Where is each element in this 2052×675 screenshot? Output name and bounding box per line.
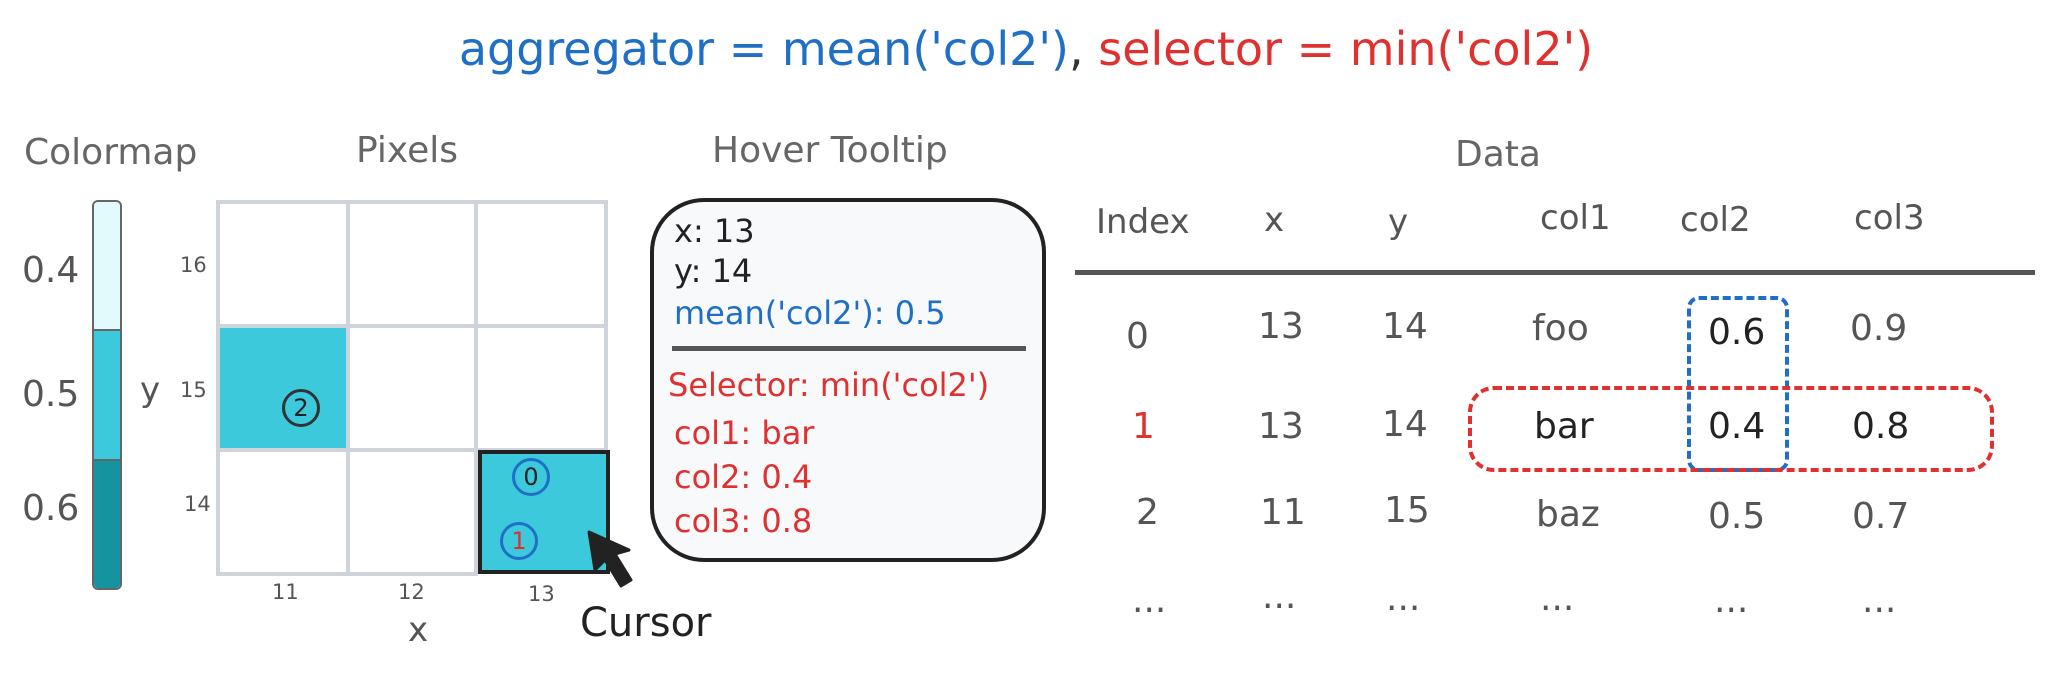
pixel-cell [346, 448, 478, 576]
x-tick: 11 [272, 580, 299, 604]
tooltip-x: x: 13 [674, 212, 755, 250]
colormap-bar [92, 200, 122, 590]
table-cell: ... [1386, 578, 1421, 619]
table-cell: ... [1262, 576, 1297, 617]
table-cell: 0 [1126, 316, 1149, 357]
table-header-col1: col1 [1540, 198, 1611, 238]
y-tick: 15 [180, 378, 207, 402]
table-cell: 14 [1382, 306, 1428, 347]
table-cell: 15 [1384, 490, 1430, 531]
pixels-heading: Pixels [356, 130, 459, 171]
table-cell: 0.9 [1850, 308, 1908, 349]
table-cell: ... [1540, 578, 1575, 619]
cursor-arrow-icon [587, 530, 633, 588]
figure-title: aggregator = mean('col2'), selector = mi… [0, 22, 2052, 76]
row-marker-0: 0 [512, 458, 550, 496]
tooltip-selector: Selector: min('col2') [668, 366, 990, 404]
colormap-tick: 0.4 [22, 250, 80, 291]
x-axis-label: x [408, 610, 429, 650]
pixel-cell [216, 200, 350, 328]
tooltip-col3: col3: 0.8 [674, 502, 813, 540]
table-cell: ... [1132, 580, 1167, 621]
cursor-label: Cursor [580, 600, 712, 646]
table-cell: 1 [1132, 406, 1155, 447]
colormap-tick: 0.5 [22, 374, 80, 415]
pixel-cell-filled [216, 324, 350, 452]
table-header-y: y [1388, 202, 1409, 242]
table-cell: 13 [1258, 406, 1304, 447]
table-cell: 0.5 [1708, 496, 1766, 537]
hover-tooltip: x: 13 y: 14 mean('col2'): 0.5 Selector: … [650, 198, 1046, 562]
tooltip-aggregate: mean('col2'): 0.5 [674, 294, 946, 332]
tooltip-divider [672, 346, 1026, 351]
colormap-segment-high [94, 458, 120, 588]
row-marker-2: 2 [282, 389, 320, 427]
table-cell: 2 [1136, 492, 1159, 533]
table-cell: 0.7 [1852, 496, 1910, 537]
y-tick: 14 [184, 492, 211, 516]
table-cell: 14 [1382, 404, 1428, 445]
colormap-segment-low [94, 202, 120, 330]
row-marker-1: 1 [500, 522, 538, 560]
table-header-index: Index [1096, 202, 1190, 242]
table-cell: 13 [1258, 306, 1304, 347]
title-separator: , [1069, 22, 1084, 76]
colormap-segment-mid [94, 329, 120, 459]
pixel-cell [474, 324, 608, 452]
x-tick: 12 [398, 580, 425, 604]
table-cell: ... [1714, 580, 1749, 621]
aggregator-expression: aggregator = mean('col2') [458, 22, 1069, 76]
table-cell: baz [1536, 494, 1600, 535]
pixel-cell [346, 200, 478, 328]
tooltip-heading: Hover Tooltip [712, 130, 948, 171]
table-cell: 11 [1260, 492, 1306, 533]
colormap-heading: Colormap [24, 132, 198, 173]
table-cell: foo [1532, 308, 1589, 349]
pixel-cell [474, 200, 608, 328]
y-tick: 16 [180, 253, 207, 277]
selector-expression: selector = min('col2') [1098, 22, 1594, 76]
colormap-tick: 0.6 [22, 488, 80, 529]
x-tick: 13 [528, 582, 555, 606]
tooltip-y: y: 14 [674, 252, 753, 290]
tooltip-col1: col1: bar [674, 414, 815, 452]
pixel-cell [216, 448, 350, 576]
data-heading: Data [1455, 134, 1541, 175]
pixel-cell [346, 324, 478, 452]
tooltip-col2: col2: 0.4 [674, 458, 813, 496]
table-header-x: x [1264, 200, 1285, 240]
table-header-rule [1075, 270, 2035, 275]
table-cell: ... [1862, 580, 1897, 621]
table-header-col3: col3 [1854, 198, 1925, 238]
table-header-col2: col2 [1680, 200, 1751, 240]
y-axis-label: y [140, 370, 161, 410]
selected-row-highlight [1468, 386, 1994, 472]
